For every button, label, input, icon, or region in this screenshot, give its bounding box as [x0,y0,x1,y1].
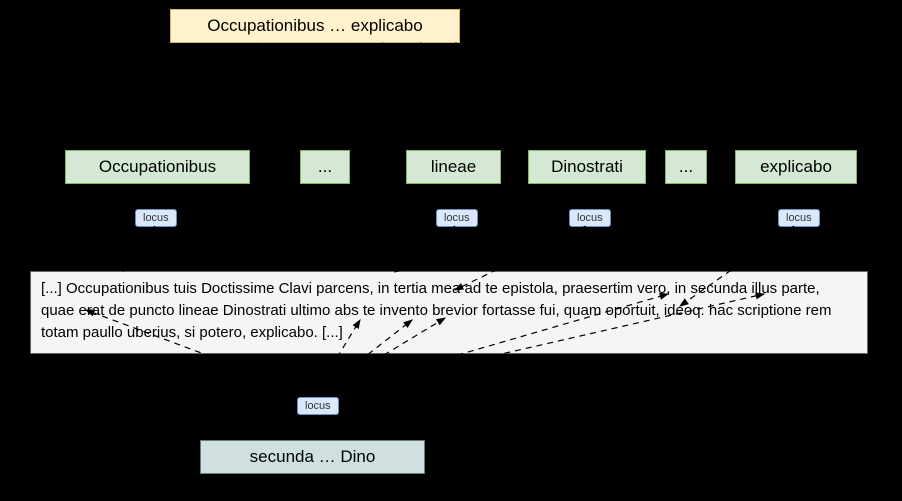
header-box: Occupationibus … explicabo [170,9,460,43]
header-title: Occupationibus … explicabo [207,16,422,36]
word-occupationibus: Occupationibus [65,150,250,184]
edges-overlay [0,0,902,501]
word-label: explicabo [760,157,832,177]
locus-badge-2: locus [436,209,478,227]
word-explicabo: explicabo [735,150,857,184]
paragraph-text: [...] Occupationibus tuis Doctissime Cla… [41,280,831,341]
word-ellipsis-1: ... [300,150,350,184]
word-label: Occupationibus [99,157,216,177]
locus-badge-3: locus [569,209,611,227]
word-label: ... [679,157,693,177]
bottom-box: secunda … Dino [200,440,425,474]
paragraph-box: [...] Occupationibus tuis Doctissime Cla… [30,271,868,354]
word-label: Dinostrati [551,157,623,177]
word-label: lineae [431,157,476,177]
word-ellipsis-2: ... [665,150,707,184]
word-dinostrati: Dinostrati [528,150,646,184]
locus-badge-4: locus [778,209,820,227]
word-lineae: lineae [406,150,501,184]
bottom-title: secunda … Dino [250,447,376,467]
word-label: ... [318,157,332,177]
locus-badge-1: locus [135,209,177,227]
locus-badge-bottom: locus [297,397,339,415]
